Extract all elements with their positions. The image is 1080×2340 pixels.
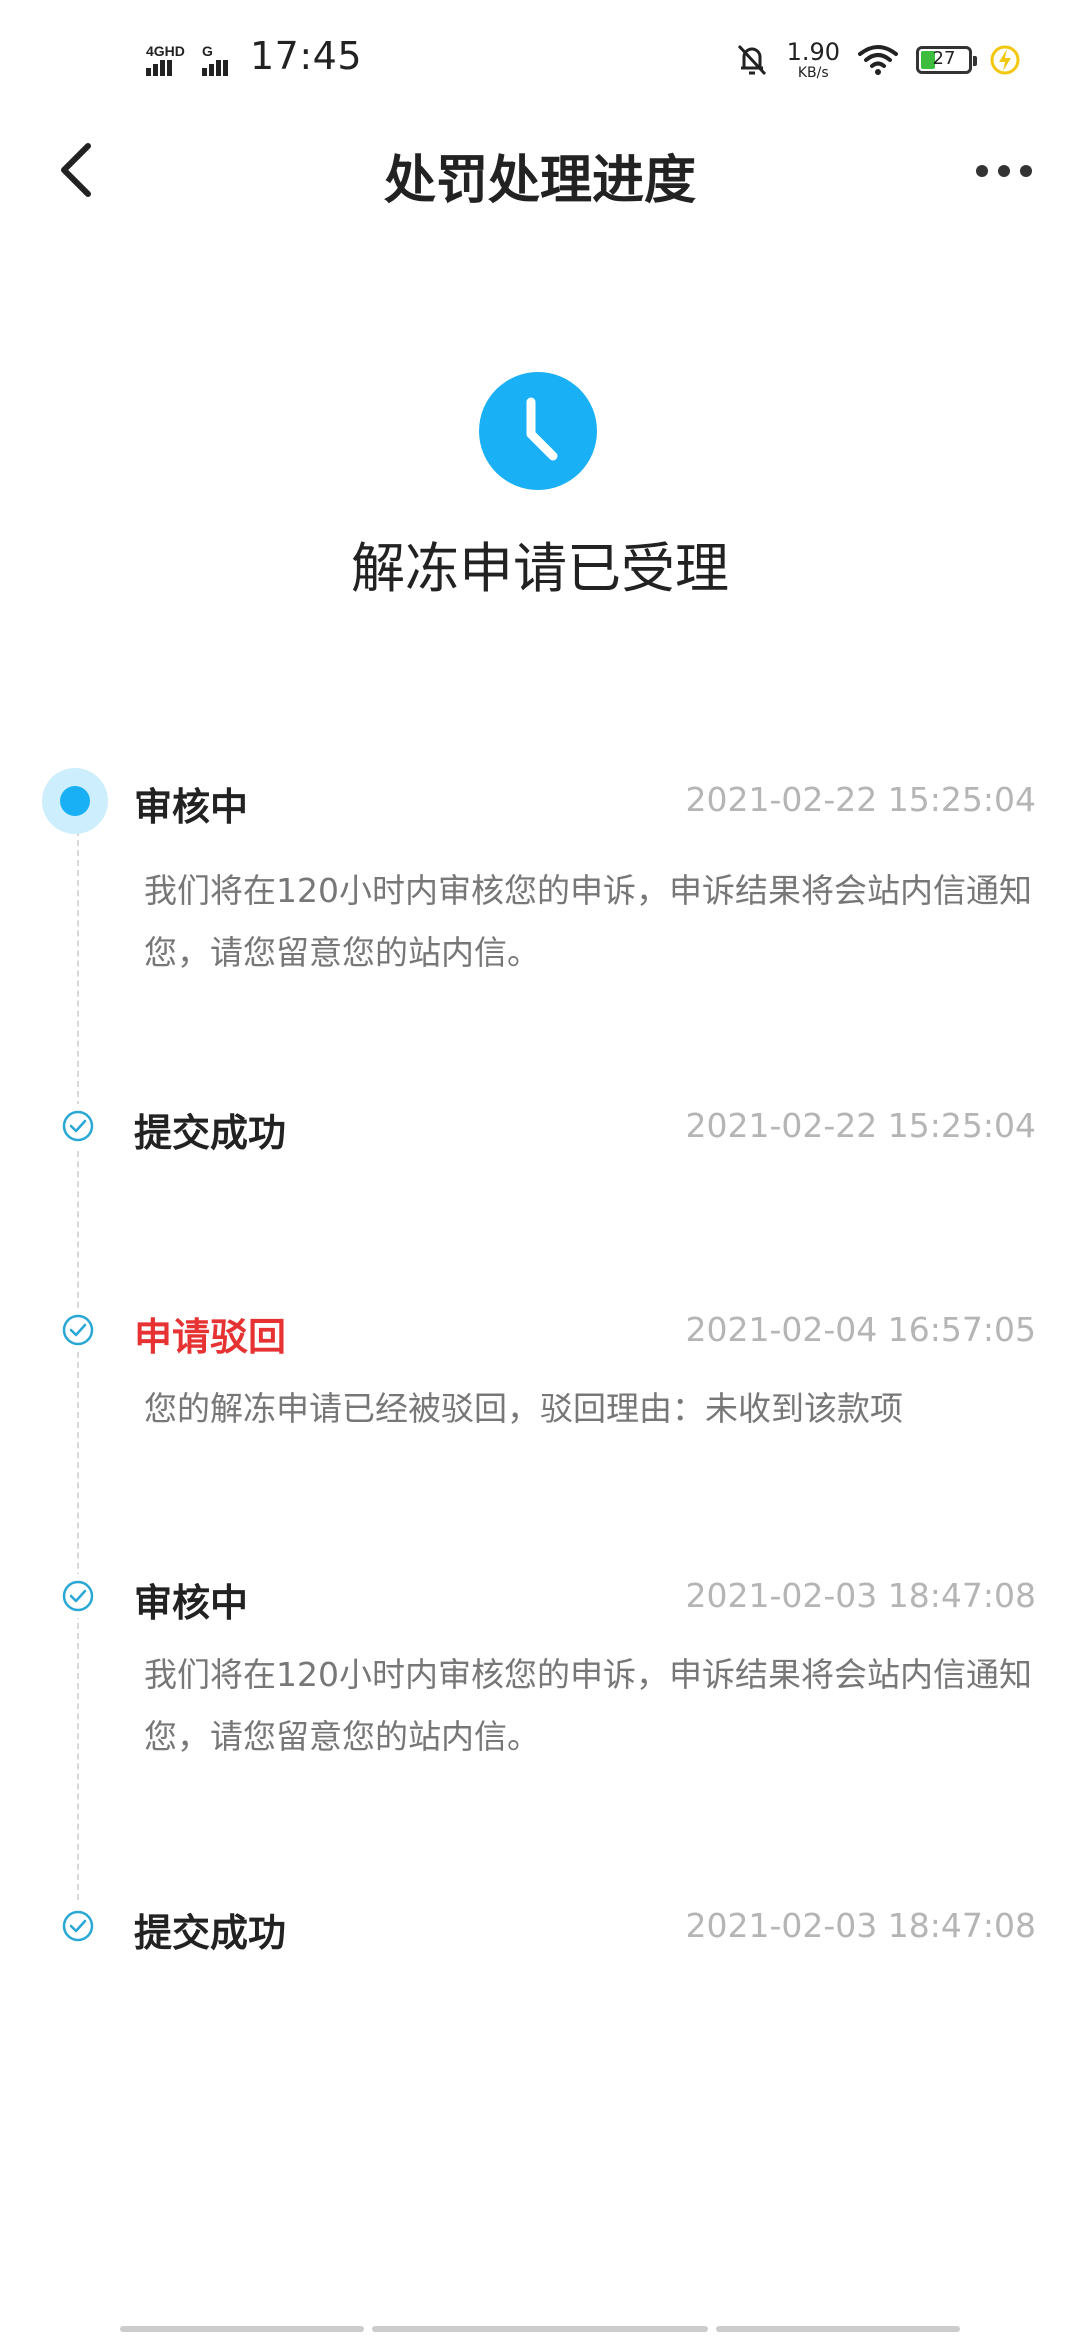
step-label-rejected: 申请驳回 (134, 1315, 287, 1359)
check-circle-icon (56, 1104, 100, 1148)
step-label: 提交成功 (134, 1911, 287, 1955)
progress-timeline: 审核中 2021-02-22 15:25:04 我们将在120小时内审核您的申诉… (0, 0, 1080, 2340)
step-description: 您的解冻申请已经被驳回，驳回理由：未收到该款项 (144, 1389, 903, 1428)
step-description: 我们将在120小时内审核您的申诉，申诉结果将会站内信通知您，请您留意您的站内信。 (144, 1655, 1032, 1756)
check-circle-icon (56, 1308, 100, 1352)
step-description: 我们将在120小时内审核您的申诉，申诉结果将会站内信通知您，请您留意您的站内信。 (144, 871, 1032, 972)
current-step-icon (42, 768, 108, 834)
step-time: 2021-02-03 18:47:08 (685, 1906, 1036, 1945)
step-time: 2021-02-04 16:57:05 (685, 1310, 1036, 1349)
home-indicator-segment (372, 2326, 708, 2332)
check-circle-icon (56, 1574, 100, 1618)
step-label: 提交成功 (134, 1111, 287, 1155)
home-indicator[interactable] (120, 2326, 960, 2334)
check-circle-icon (56, 1904, 100, 1948)
step-time: 2021-02-03 18:47:08 (685, 1576, 1036, 1615)
step-label: 审核中 (134, 1581, 249, 1625)
step-label: 审核中 (134, 785, 249, 829)
timeline-connector (77, 830, 79, 1930)
step-time: 2021-02-22 15:25:04 (685, 1106, 1036, 1145)
step-time: 2021-02-22 15:25:04 (685, 780, 1036, 819)
home-indicator-segment (716, 2326, 960, 2332)
home-indicator-segment (120, 2326, 364, 2332)
